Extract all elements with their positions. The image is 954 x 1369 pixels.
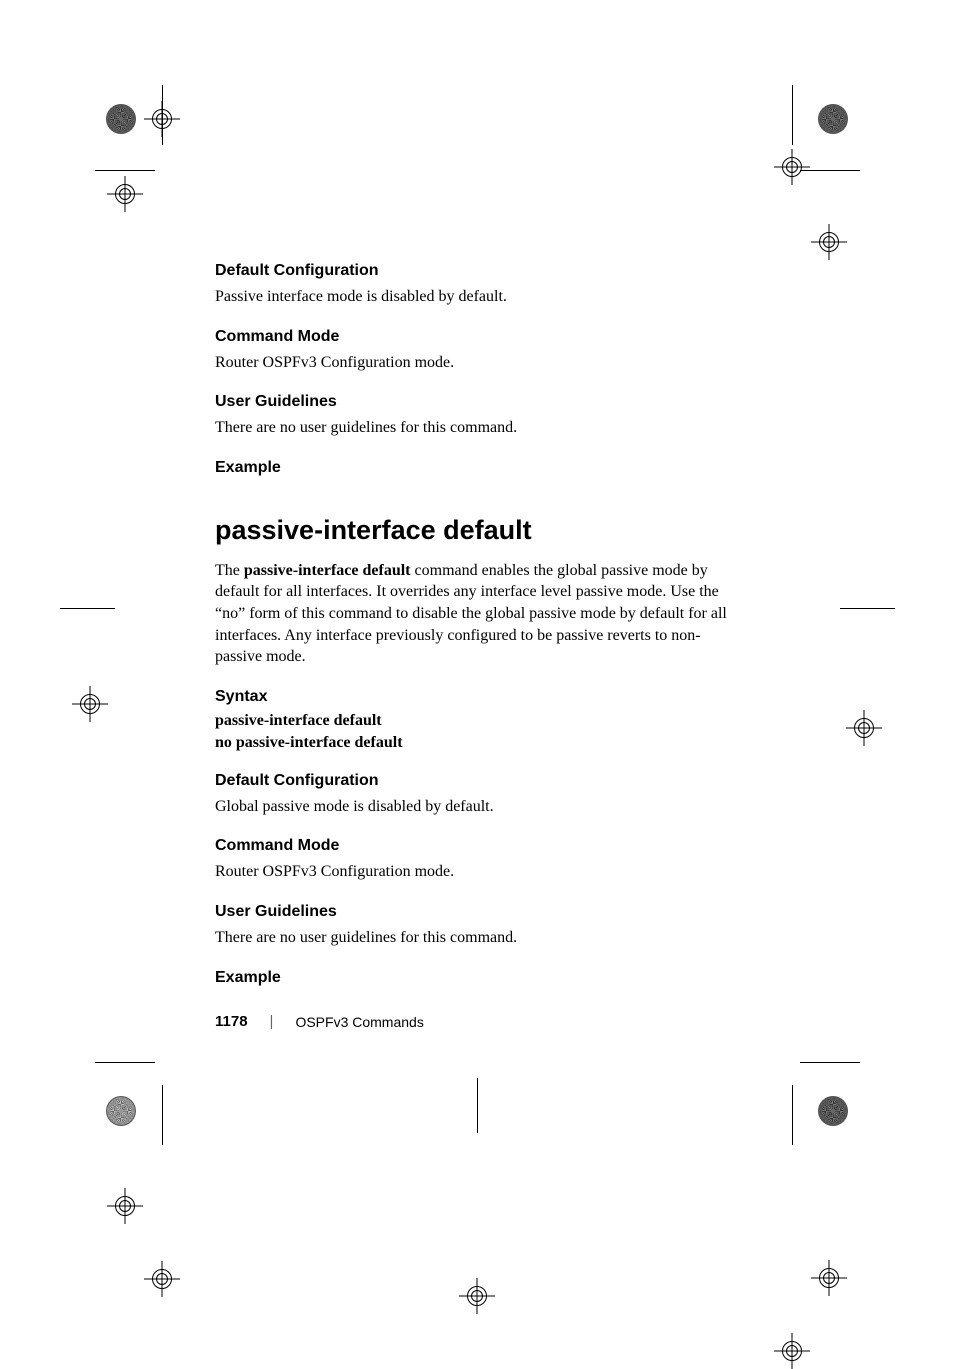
registration-mark-icon	[817, 1266, 841, 1290]
command-title: passive-interface default	[215, 515, 740, 546]
crop-line	[800, 170, 860, 171]
page-content: Default Configuration Passive interface …	[215, 262, 740, 993]
crop-line	[95, 170, 155, 171]
rosette-icon	[818, 1096, 848, 1126]
crop-line	[840, 608, 895, 609]
section-body: There are no user guidelines for this co…	[215, 927, 740, 949]
chapter-title: OSPFv3 Commands	[295, 1014, 423, 1030]
section-heading-example: Example	[215, 969, 740, 987]
section-heading-default-config: Default Configuration	[215, 772, 740, 790]
crop-line	[162, 1085, 163, 1145]
crop-line	[60, 608, 115, 609]
page-number: 1178	[215, 1013, 248, 1030]
registration-mark-icon	[78, 692, 102, 716]
registration-mark-icon	[852, 716, 876, 740]
page-footer: 1178 | OSPFv3 Commands	[215, 1013, 424, 1030]
registration-mark-icon	[780, 155, 804, 179]
registration-mark-icon	[780, 1339, 804, 1363]
registration-mark-icon	[113, 1194, 137, 1218]
crop-line	[95, 1062, 155, 1063]
crop-line	[792, 85, 793, 145]
section-heading-example: Example	[215, 459, 740, 477]
section-heading-syntax: Syntax	[215, 688, 740, 706]
crop-line	[162, 85, 163, 145]
desc-bold: passive-interface default	[244, 562, 411, 579]
command-description: The passive-interface default command en…	[215, 560, 740, 668]
rosette-icon	[818, 104, 848, 134]
section-body: Router OSPFv3 Configuration mode.	[215, 352, 740, 374]
section-heading-command-mode: Command Mode	[215, 837, 740, 855]
crop-line	[800, 1062, 860, 1063]
syntax-line: no passive-interface default	[215, 734, 740, 752]
section-heading-user-guidelines: User Guidelines	[215, 903, 740, 921]
registration-mark-icon	[113, 182, 137, 206]
section-body: Passive interface mode is disabled by de…	[215, 286, 740, 308]
rosette-icon	[106, 104, 136, 134]
crop-line	[477, 1078, 478, 1133]
section-heading-default-config: Default Configuration	[215, 262, 740, 280]
rosette-icon	[106, 1096, 136, 1126]
registration-mark-icon	[465, 1284, 489, 1308]
section-body: Router OSPFv3 Configuration mode.	[215, 861, 740, 883]
syntax-line: passive-interface default	[215, 712, 740, 730]
section-body: Global passive mode is disabled by defau…	[215, 796, 740, 818]
registration-mark-icon	[817, 230, 841, 254]
crop-line	[792, 1085, 793, 1145]
registration-mark-icon	[150, 1267, 174, 1291]
section-body: There are no user guidelines for this co…	[215, 417, 740, 439]
footer-separator: |	[270, 1013, 274, 1030]
desc-pre: The	[215, 562, 244, 579]
section-heading-command-mode: Command Mode	[215, 328, 740, 346]
section-heading-user-guidelines: User Guidelines	[215, 393, 740, 411]
